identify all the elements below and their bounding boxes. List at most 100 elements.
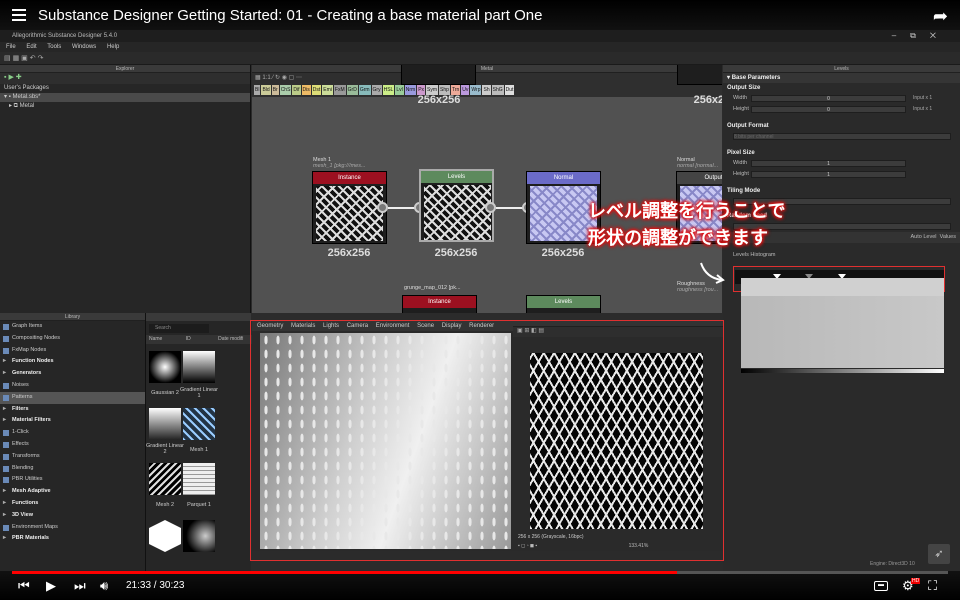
- output-port[interactable]: [377, 202, 388, 213]
- library-item[interactable]: Mesh Adaptive: [0, 486, 145, 498]
- column-name[interactable]: Name: [149, 336, 162, 342]
- captions-icon[interactable]: ▬: [874, 581, 888, 591]
- play-icon[interactable]: ▶: [8, 74, 13, 81]
- column-id[interactable]: ID: [186, 336, 191, 342]
- library-item[interactable]: Functions: [0, 498, 145, 510]
- width-slider[interactable]: 0: [751, 95, 906, 102]
- library-item[interactable]: Transforms: [0, 451, 145, 463]
- play-icon[interactable]: ▶: [46, 578, 56, 594]
- height-slider[interactable]: 0: [751, 106, 906, 113]
- output-port[interactable]: [485, 202, 496, 213]
- open-icon[interactable]: ▦: [13, 55, 20, 62]
- menu-icon[interactable]: [12, 6, 26, 24]
- menu-tools[interactable]: Tools: [47, 44, 61, 50]
- gaussian-thumbnail[interactable]: [149, 351, 181, 383]
- library-item-label: Environment Maps: [12, 523, 58, 530]
- node-shortcut-chip[interactable]: ShG: [491, 85, 504, 95]
- library-item[interactable]: PBR Materials: [0, 533, 145, 545]
- package-item[interactable]: ▾ ▪ Metal.sbs*: [0, 93, 250, 102]
- gradient-linear-1-thumbnail[interactable]: [183, 351, 215, 383]
- node-shortcut-chip[interactable]: Dut: [504, 85, 515, 95]
- auto-level-tab[interactable]: Auto Level: [911, 234, 937, 240]
- new-icon[interactable]: ▤: [4, 55, 11, 62]
- top-right-node[interactable]: [677, 65, 722, 85]
- new-package-icon[interactable]: ▪: [4, 74, 6, 81]
- library-item[interactable]: Filters: [0, 404, 145, 416]
- close-icon[interactable]: ✕: [930, 31, 950, 40]
- category-icon: [3, 430, 9, 437]
- column-date[interactable]: Date modifi: [218, 336, 243, 342]
- values-tab[interactable]: Values: [940, 234, 956, 240]
- library-item[interactable]: Effects: [0, 439, 145, 451]
- instance-node-2[interactable]: Instance: [402, 295, 477, 313]
- restore-icon[interactable]: ⧉: [910, 31, 930, 40]
- base-parameters-header[interactable]: ▾ Base Parameters: [723, 73, 960, 83]
- node-shortcut-chip[interactable]: GrD: [346, 85, 358, 95]
- levels-node[interactable]: Levels: [419, 169, 494, 242]
- library-item[interactable]: Compositing Nodes: [0, 333, 145, 345]
- library-item[interactable]: 1-Click: [0, 427, 145, 439]
- node-shortcut-chip[interactable]: ChS: [279, 85, 292, 95]
- node-shortcut-chip[interactable]: Dif: [292, 85, 301, 95]
- node-size-label: 256x256: [327, 247, 371, 259]
- node-shortcut-chip[interactable]: Br: [271, 85, 279, 95]
- category-icon: [3, 394, 9, 401]
- next-icon[interactable]: ⏭: [74, 578, 86, 594]
- library-item[interactable]: Environment Maps: [0, 522, 145, 534]
- shape-thumbnail[interactable]: [183, 520, 215, 552]
- node-shortcut-chip[interactable]: Dis: [301, 85, 311, 95]
- library-item[interactable]: FxMap Nodes: [0, 345, 145, 357]
- library-item[interactable]: Noises: [0, 380, 145, 392]
- library-item[interactable]: Material Filters: [0, 415, 145, 427]
- menu-file[interactable]: File: [6, 44, 16, 50]
- height-input-mode[interactable]: Input x 1: [913, 104, 932, 115]
- add-icon[interactable]: ✚: [16, 74, 22, 81]
- volume-icon[interactable]: 🔊︎: [100, 578, 108, 594]
- mesh-1-thumbnail[interactable]: [183, 408, 215, 440]
- share-icon[interactable]: ➦: [933, 6, 948, 27]
- grid-icon[interactable]: ▦: [255, 75, 261, 81]
- top-node[interactable]: [401, 65, 476, 85]
- library-search-input[interactable]: Search: [149, 324, 209, 333]
- library-item[interactable]: Blending: [0, 463, 145, 475]
- redo-icon[interactable]: ↷: [38, 55, 44, 62]
- graph-zoom[interactable]: 1:1: [262, 75, 270, 81]
- window-controls[interactable]: –⧉✕: [892, 30, 950, 42]
- graph-panel[interactable]: Metal ▦ 1:1 ⁄ ↻ ◉ ▢ ⋯ Bl Bld Br ChS Dif Dis Ds…: [252, 65, 722, 313]
- undo-icon[interactable]: ↶: [30, 55, 36, 62]
- library-item[interactable]: Patterns: [0, 391, 145, 404]
- progress-bar[interactable]: [12, 571, 948, 574]
- node-shortcut-chip[interactable]: HSL: [382, 85, 395, 95]
- library-item[interactable]: Function Nodes: [0, 356, 145, 368]
- minimize-icon[interactable]: –: [892, 31, 910, 40]
- library-item[interactable]: Graph Items: [0, 321, 145, 333]
- gradient-linear-2-thumbnail[interactable]: [149, 408, 181, 440]
- node-shortcut-chip[interactable]: Bl: [254, 85, 261, 95]
- node-shortcut-chip[interactable]: Grm: [358, 85, 371, 95]
- menu-help[interactable]: Help: [107, 44, 119, 50]
- save-icon[interactable]: ▣: [21, 55, 28, 62]
- levels-node-2[interactable]: Levels: [526, 295, 601, 313]
- node-shortcut-chip[interactable]: Dst: [311, 85, 322, 95]
- library-item[interactable]: PBR Utilities: [0, 474, 145, 486]
- node-shortcut-chip[interactable]: Bld: [261, 85, 271, 95]
- instance-node[interactable]: Instance: [312, 171, 387, 244]
- width-row: Width 0 Input x 1: [733, 93, 933, 104]
- library-item[interactable]: 3D View: [0, 510, 145, 522]
- node-shortcut-chip[interactable]: Emi: [322, 85, 333, 95]
- width-input-mode[interactable]: Input x 1: [913, 93, 932, 104]
- node-shortcut-chip[interactable]: Gry: [371, 85, 382, 95]
- polygon-thumbnail[interactable]: [149, 520, 181, 552]
- mesh-2-thumbnail[interactable]: [149, 463, 181, 495]
- menu-windows[interactable]: Windows: [72, 44, 96, 50]
- graph-item[interactable]: ▸ ⧉ Metal: [0, 102, 250, 111]
- format-dropdown[interactable]: 8 bits per channel: [733, 133, 951, 140]
- node-shortcut-chip[interactable]: FxM: [333, 85, 346, 95]
- previous-icon[interactable]: ⏮: [18, 578, 30, 594]
- menu-edit[interactable]: Edit: [26, 44, 36, 50]
- parquet-thumbnail[interactable]: [183, 463, 215, 495]
- fullscreen-icon[interactable]: ⛶: [928, 578, 937, 594]
- px-height-slider[interactable]: 1: [751, 171, 906, 178]
- library-item[interactable]: Generators: [0, 368, 145, 380]
- px-width-slider[interactable]: 1: [751, 160, 906, 167]
